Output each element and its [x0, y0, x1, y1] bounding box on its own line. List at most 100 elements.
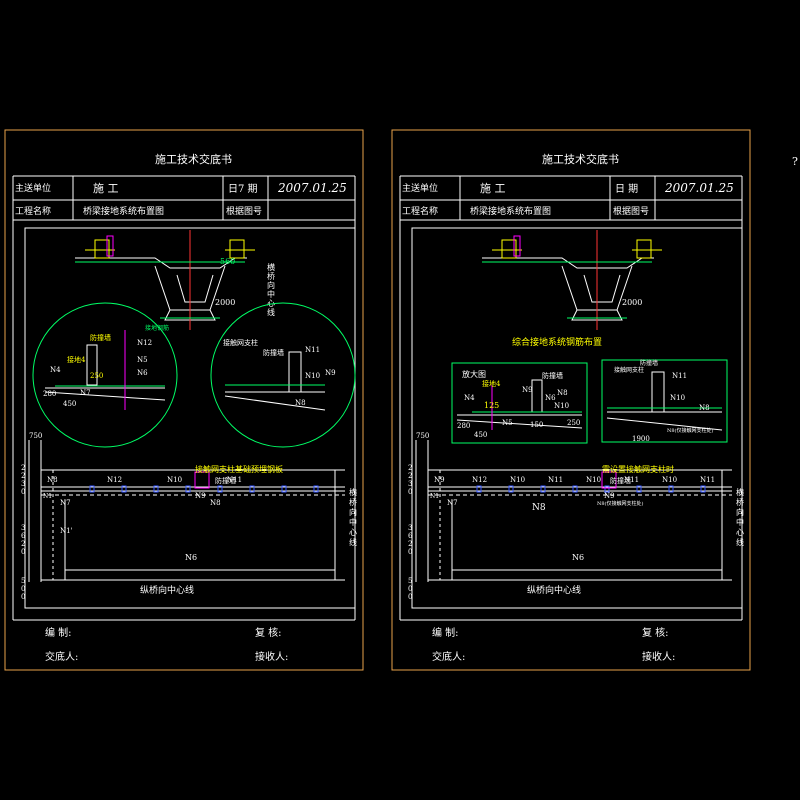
dim-3620: 3620 — [21, 524, 26, 556]
detail-label: 450 — [63, 400, 76, 408]
char: 0 — [408, 488, 412, 496]
detail-label: 防撞墙 — [640, 359, 658, 367]
plan-n-label: N9 — [434, 476, 445, 484]
plan-n9: N9 — [195, 492, 206, 500]
plan-n9: N9 — [604, 492, 615, 500]
details: 防撞墙N12N5N6N4接地4N7250280450接触网支柱防撞墙 N11N10… — [32, 302, 356, 448]
corner-mark: ? — [792, 155, 798, 168]
detail-label: N8(仅接触网支柱处) — [667, 427, 714, 434]
char: 5 — [408, 577, 412, 585]
box-cell — [583, 274, 621, 303]
enlarged-title: 放大图 — [462, 369, 486, 379]
plan-n1: N1 — [43, 493, 52, 500]
project-label: 工程名称 — [402, 205, 438, 217]
char: 横 — [349, 487, 357, 497]
date-label: 日7 期 — [228, 183, 258, 195]
char: 向 — [267, 280, 275, 290]
char: 2 — [408, 464, 412, 472]
center-label: 横桥向中心线 — [267, 262, 275, 317]
detail-label: N4 — [464, 394, 475, 402]
sheets-layer: 施工技术交底书主送单位 施 工 日7 期 2007.01.25 工程名称 桥梁接地系统布置… — [4, 129, 751, 671]
deck-slope — [44, 391, 166, 401]
detail-label: N8 — [699, 404, 710, 412]
char: 3 — [408, 480, 412, 488]
unit-value: 施 工 — [93, 182, 119, 195]
detail-label: 125 — [484, 401, 499, 410]
detail-label: N12 — [137, 339, 152, 347]
sheet-title: 施工技术交底书 — [155, 152, 232, 166]
plan-n-label: N10 — [586, 476, 601, 484]
pole — [288, 351, 302, 393]
char: 0 — [21, 548, 25, 556]
detail-label: 280 — [43, 390, 56, 398]
plan-n7: N7 — [60, 499, 71, 507]
detail-label: 280 — [457, 422, 470, 430]
plan-n-label: N12 — [472, 476, 487, 484]
char: 0 — [21, 585, 25, 593]
deck-slope — [456, 419, 583, 429]
plan-n-label: N8 — [47, 476, 58, 484]
char: 6 — [408, 532, 413, 540]
char: 向 — [736, 507, 744, 517]
char: 线 — [349, 537, 357, 547]
plan-n6: N6 — [185, 553, 197, 562]
footer-handover: 交底人: — [45, 650, 78, 663]
footer-review: 复 核: — [642, 626, 669, 639]
char: 2 — [408, 540, 412, 548]
pole-plate — [194, 471, 210, 489]
unit-label: 主送单位 — [15, 182, 51, 194]
detail-label: N10 — [670, 394, 685, 402]
plan-view: 75022303620500N9 N12 N10 N11 N10 N11 N10 N11N7N… — [408, 432, 744, 601]
detail-label: 250 — [90, 372, 103, 380]
detail-label: N5 — [502, 419, 513, 427]
box-cell — [176, 274, 214, 303]
char: 线 — [736, 537, 744, 547]
char: 心 — [736, 528, 744, 537]
char: 3 — [408, 524, 412, 532]
unit-value: 施 工 — [480, 182, 506, 195]
detail-label: N5 — [137, 356, 148, 364]
detail-label: N8 — [295, 399, 306, 407]
bridge-section: 2000 综合接地系统钢筋布置 — [482, 230, 662, 348]
detail-label: 1900 — [632, 435, 650, 443]
detail-label: 防撞墙 — [542, 371, 563, 380]
deck-slope — [224, 395, 326, 411]
parapet — [531, 379, 543, 413]
details: 放大图 防撞墙接地4 N4 N9 N6 N5 125 N10 N8 250 280 450 150 接触网… — [451, 359, 728, 444]
detail-label: N8 — [557, 389, 568, 397]
plan-n-label: N11 — [700, 476, 715, 484]
plan-n1: N1 — [430, 493, 439, 500]
dim-3620: 3620 — [408, 524, 413, 556]
detail-label: N11 — [672, 372, 687, 380]
dim-750: 750 — [416, 432, 429, 440]
char: 0 — [408, 548, 412, 556]
sheet-2: 施工技术交底书主送单位 施 工 日 期 2007.01.25 工程名称 桥梁接地系统布置图… — [391, 129, 751, 671]
plan-title: 需设置接触网支柱时 — [602, 464, 674, 474]
detail-label: N9 — [522, 386, 533, 394]
char: 0 — [408, 593, 412, 601]
plan-n-label: N10 — [662, 476, 677, 484]
bridge-section: 2000560接地钢筋横桥向中心线 — [75, 230, 275, 332]
detail-label: 450 — [474, 431, 487, 439]
pole-left — [513, 235, 521, 257]
char: 中 — [267, 289, 275, 299]
plan-n-label: N11 — [548, 476, 563, 484]
footer-receiver: 接收人: — [642, 650, 675, 663]
plan-n-label: N10 — [510, 476, 525, 484]
parapet-right — [636, 239, 652, 259]
char: 0 — [21, 488, 25, 496]
char: 线 — [267, 307, 275, 317]
plan-n8: N8 — [532, 503, 546, 513]
char: 中 — [349, 517, 357, 527]
char: 6 — [21, 532, 26, 540]
axis-horizontal: 纵桥向中心线 — [140, 584, 194, 596]
plan-title: 接触网支柱基础预埋钢板 — [195, 464, 283, 474]
plan-n6: N6 — [572, 553, 584, 562]
detail-label: N10 — [554, 402, 569, 410]
footer-edit: 编 制: — [45, 626, 72, 639]
dim-2230: 2230 — [408, 464, 412, 496]
drawing-frame — [411, 227, 743, 609]
detail-label: N7 — [80, 389, 91, 397]
dim-750: 750 — [29, 432, 42, 440]
project-value: 桥梁接地系统布置图 — [470, 205, 551, 217]
